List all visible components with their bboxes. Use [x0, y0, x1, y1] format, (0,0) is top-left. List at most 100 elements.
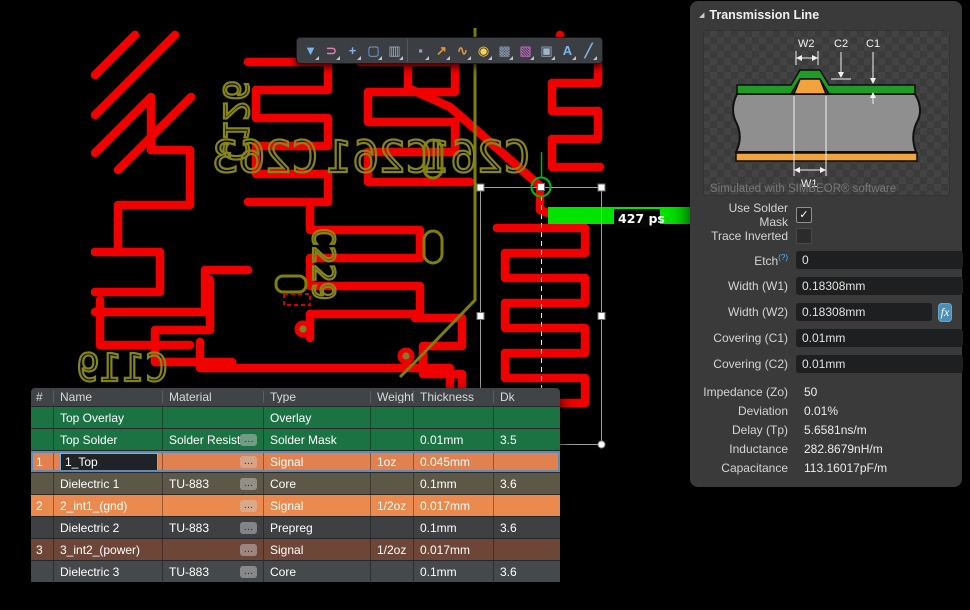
place-image-icon[interactable]: ▧ [515, 39, 536, 62]
etch-input[interactable] [796, 251, 963, 269]
cell-material[interactable]: TU-883 [169, 565, 209, 579]
delay-label: Delay (Tp) [698, 423, 788, 437]
dim-label-w2: W2 [798, 38, 815, 50]
width-w2-input[interactable] [796, 303, 932, 321]
transmission-line-form: Use Solder Mask ✓ Trace Inverted Etch(?)… [690, 206, 962, 478]
cell-dk[interactable] [493, 539, 560, 560]
cell-num: 2 [31, 495, 53, 516]
cell-type[interactable]: Signal [263, 539, 370, 560]
cell-dk[interactable] [493, 451, 560, 472]
board-insight-icon[interactable]: ▥ [384, 39, 405, 62]
cell-name[interactable]: 3_int2_(power) [53, 539, 162, 560]
material-browse-button[interactable]: … [240, 456, 257, 468]
cell-thickness[interactable]: 0.1mm [413, 473, 493, 494]
inductance-value: 282.8679nH/m [796, 442, 883, 456]
solid-region-icon[interactable]: ▪ [407, 39, 431, 62]
cell-name[interactable]: Dielectric 3 [53, 561, 162, 582]
material-browse-button[interactable]: … [240, 500, 257, 512]
cell-dk[interactable] [493, 495, 560, 516]
collapse-triangle-icon[interactable]: ◢ [699, 11, 704, 19]
cell-material[interactable]: TU-883 [169, 477, 209, 491]
col-header-dk: Dk [493, 391, 560, 403]
trace-inverted-checkbox[interactable] [796, 228, 812, 244]
cell-type[interactable]: Signal [263, 451, 370, 472]
cell-dk[interactable]: 3.6 [493, 561, 560, 582]
cell-name[interactable]: 2_int1_(gnd) [53, 495, 162, 516]
simbeor-caption: Simulated with SIMBEOR® software [710, 183, 896, 195]
table-row-dielectric-3[interactable]: Dielectric 3 TU-883 … Core 0.1mm 3.6 [31, 560, 560, 582]
width-w1-input[interactable] [796, 277, 963, 295]
col-header-material: Material [162, 391, 263, 403]
snap-magnet-icon[interactable]: ⊃ [321, 39, 342, 62]
fx-formula-button[interactable]: fx [938, 303, 952, 322]
trace-inverted-label: Trace Inverted [698, 229, 788, 243]
tune-length-meander-icon[interactable]: ∿ [452, 39, 473, 62]
cell-type[interactable]: Solder Mask [263, 429, 370, 450]
silkscreen-label: C126 [215, 80, 255, 162]
place-line-icon[interactable]: ╱ [578, 39, 599, 62]
material-browse-button[interactable]: … [240, 434, 257, 446]
cell-name[interactable]: Top Overlay [53, 407, 162, 428]
use-solder-mask-checkbox[interactable]: ✓ [796, 207, 812, 223]
cell-type[interactable]: Overlay [263, 407, 370, 428]
substrate-shape [733, 94, 920, 152]
interactive-route-icon[interactable]: ↗ [431, 39, 452, 62]
deviation-row: Deviation 0.01% [698, 402, 952, 420]
place-string-icon[interactable]: A [557, 39, 578, 62]
capacitance-value: 113.16017pF/m [796, 461, 887, 475]
cell-num [31, 473, 53, 494]
table-row-top-solder[interactable]: Top Solder Solder Resist… Solder Mask 0.… [31, 428, 560, 450]
cell-thickness[interactable]: 0.1mm [413, 561, 493, 582]
select-area-icon[interactable]: ▢ [363, 39, 384, 62]
cell-dk[interactable]: 3.5 [493, 429, 560, 450]
cell-dk[interactable]: 3.6 [493, 473, 560, 494]
cell-name[interactable]: Top Solder [53, 429, 162, 450]
width-w2-label: Width (W2) [698, 305, 788, 319]
cell-thickness[interactable]: 0.1mm [413, 517, 493, 538]
checkmark-icon: ✓ [799, 210, 808, 221]
table-row-2-int1-gnd[interactable]: 2 2_int1_(gnd) … Signal 1/2oz 0.017mm [31, 494, 560, 516]
covering-c2-input[interactable] [796, 355, 963, 373]
cell-material[interactable]: Solder Resist [169, 433, 240, 447]
cell-type[interactable]: Prepreg [263, 517, 370, 538]
cell-type[interactable]: Core [263, 561, 370, 582]
material-browse-button[interactable]: … [240, 566, 257, 578]
stackup-header-row: # Name Material Type Weight Thickness Dk [31, 388, 560, 406]
name-edit-field[interactable]: 1_Top [60, 453, 158, 471]
cell-type[interactable]: Signal [263, 495, 370, 516]
cell-thickness[interactable]: 0.017mm [413, 539, 493, 560]
table-row-1-top-selected[interactable]: 1 1_Top … Signal 1oz 0.045mm [31, 450, 560, 472]
cell-name[interactable]: Dielectric 2 [53, 517, 162, 538]
table-row-dielectric-1[interactable]: Dielectric 1 TU-883 … Core 0.1mm 3.6 [31, 472, 560, 494]
etch-label: Etch(?) [698, 253, 788, 268]
cell-type[interactable]: Core [263, 473, 370, 494]
cell-thickness[interactable]: 0.045mm [413, 451, 493, 472]
table-row-top-overlay[interactable]: Top Overlay Overlay [31, 406, 560, 428]
table-row-dielectric-2[interactable]: Dielectric 2 TU-883 … Prepreg 0.1mm 3.6 [31, 516, 560, 538]
move-cursor-icon[interactable]: + [342, 39, 363, 62]
etch-help-hint[interactable]: (?) [778, 253, 788, 262]
transmission-line-panel: ◢ Transmission Line [690, 1, 962, 487]
material-browse-button[interactable]: … [240, 478, 257, 490]
material-browse-button[interactable]: … [240, 522, 257, 534]
cell-thickness[interactable] [413, 407, 493, 428]
cell-weight [370, 473, 413, 494]
place-room-icon[interactable]: ▣ [536, 39, 557, 62]
cell-dk[interactable] [493, 407, 560, 428]
selection-filter-icon[interactable]: ▼ [300, 39, 321, 62]
cell-dk[interactable]: 3.6 [493, 517, 560, 538]
cell-thickness[interactable]: 0.017mm [413, 495, 493, 516]
place-via-icon[interactable]: ◉ [473, 39, 494, 62]
material-browse-button[interactable]: … [240, 544, 257, 556]
cell-thickness[interactable]: 0.01mm [413, 429, 493, 450]
measure-label: 427 ps [614, 209, 665, 228]
cell-weight [370, 407, 413, 428]
cell-name[interactable]: Dielectric 1 [53, 473, 162, 494]
delay-row: Delay (Tp) 5.6581ns/m [698, 421, 952, 439]
place-polygon-icon[interactable]: ▩ [494, 39, 515, 62]
panel-section-header[interactable]: ◢ Transmission Line [690, 1, 962, 26]
table-row-3-int2-power[interactable]: 3 3_int2_(power) … Signal 1/2oz 0.017mm [31, 538, 560, 560]
cell-material[interactable]: TU-883 [169, 521, 209, 535]
trace-cross-section [794, 79, 826, 94]
covering-c1-input[interactable] [796, 329, 963, 347]
